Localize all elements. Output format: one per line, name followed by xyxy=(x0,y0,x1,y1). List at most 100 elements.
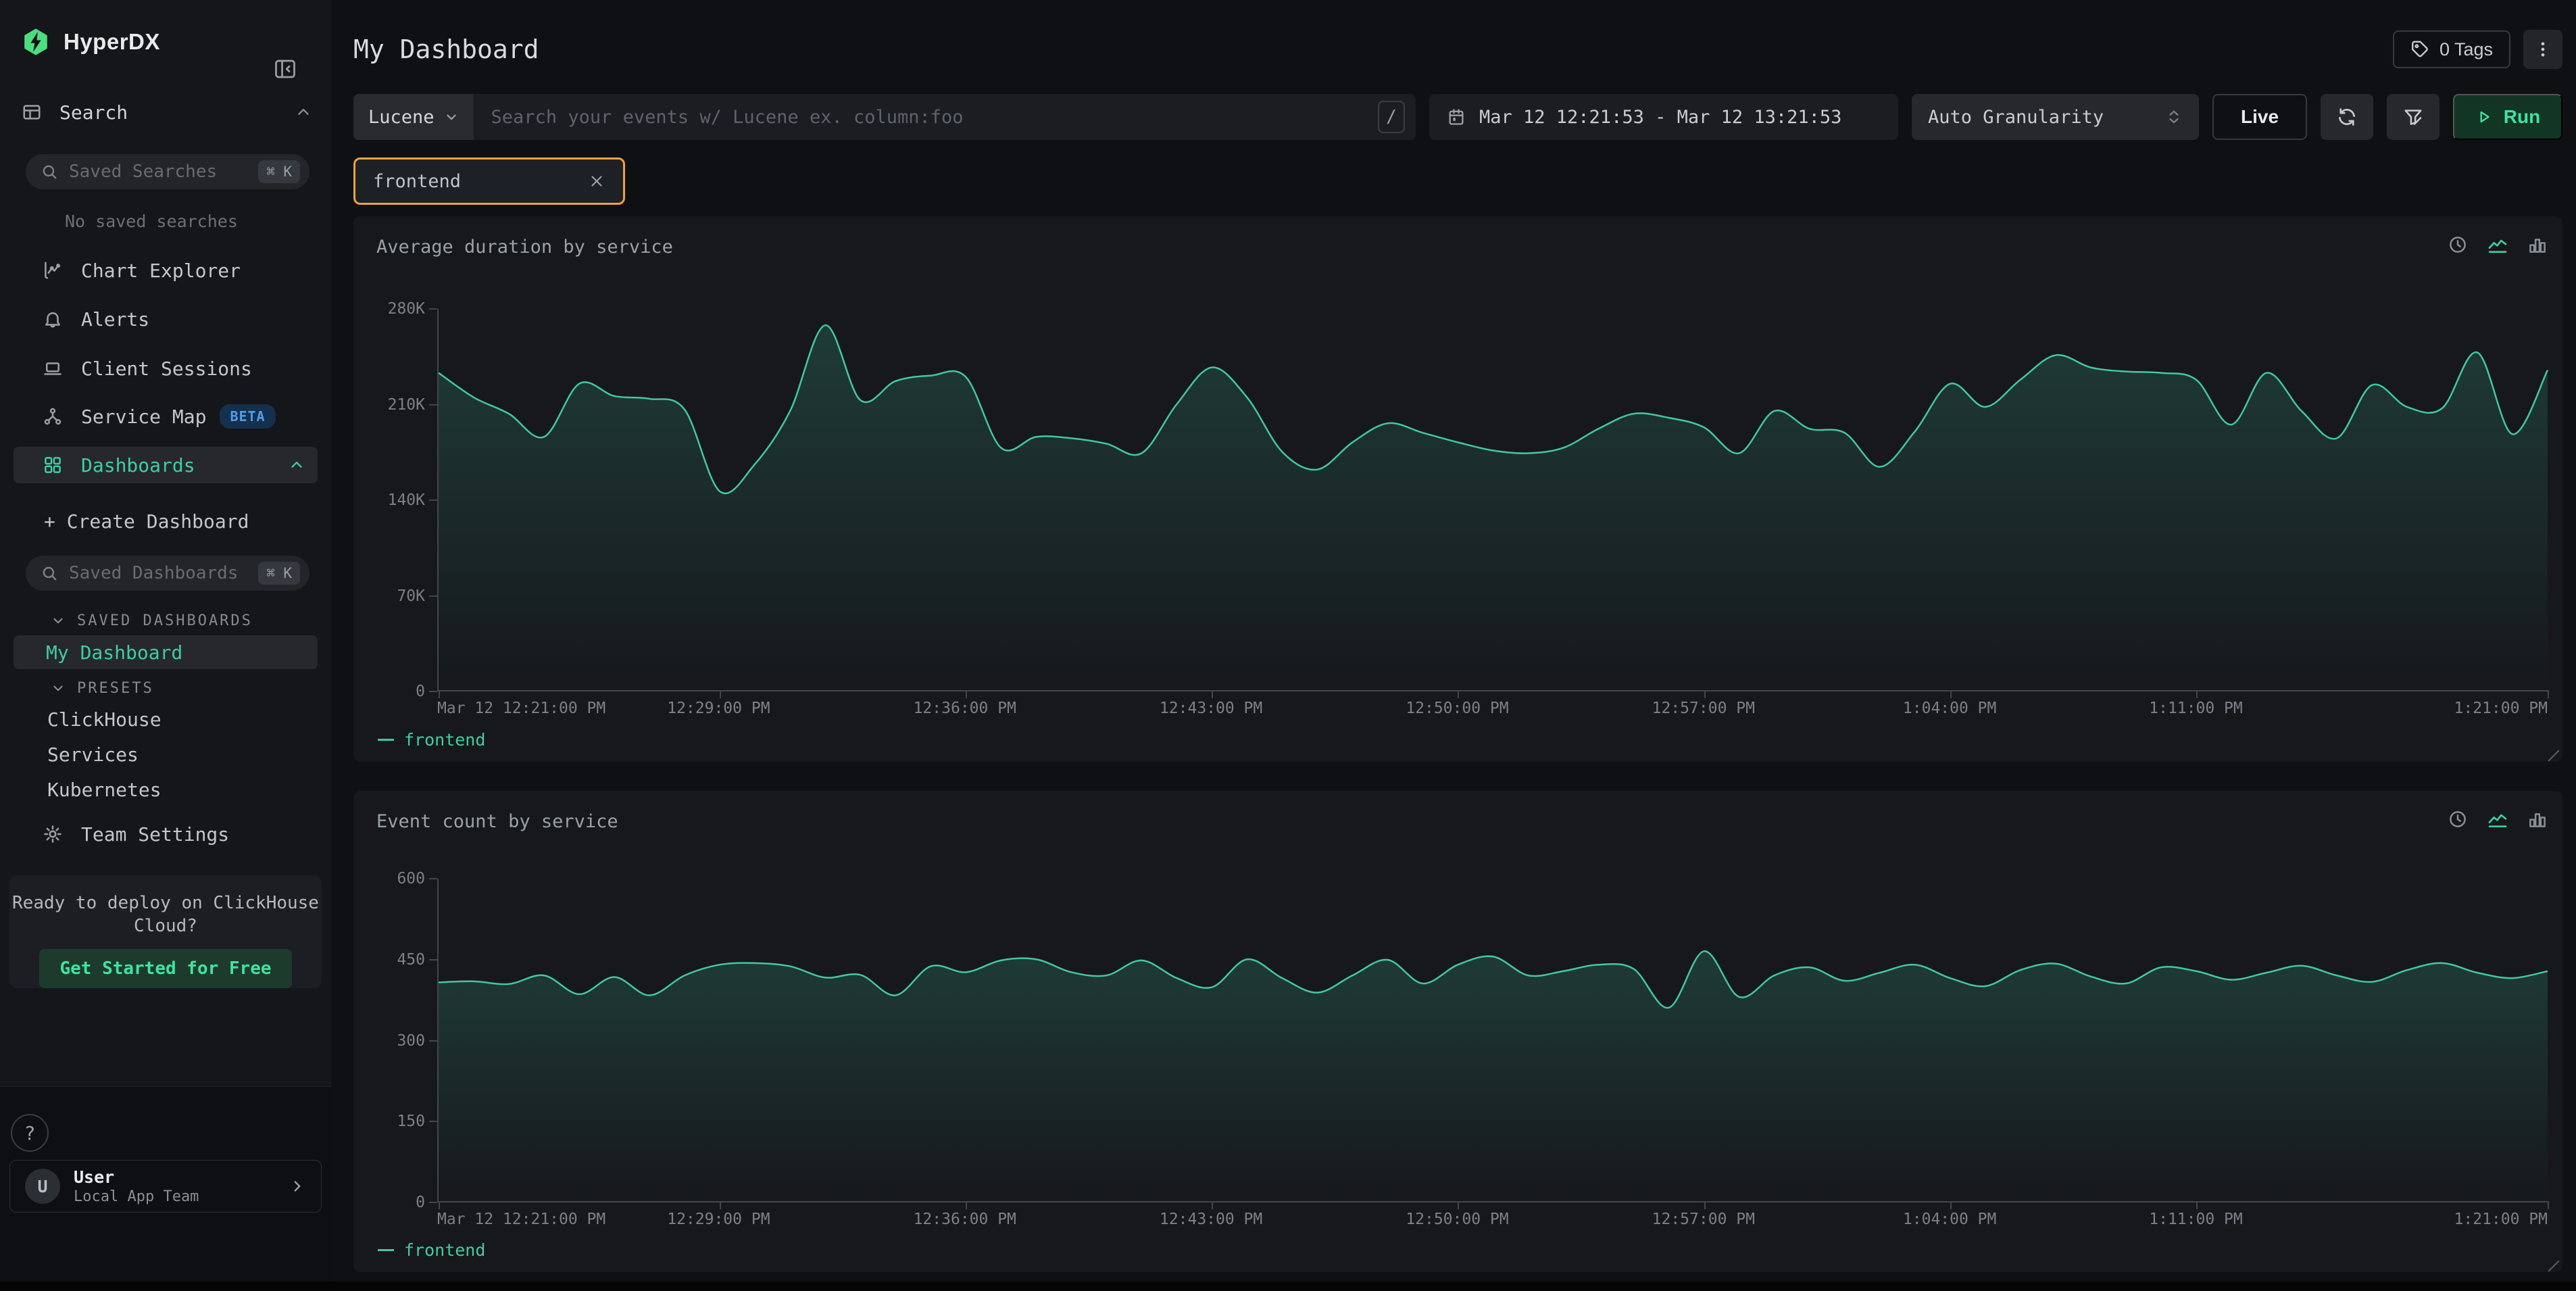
y-axis: 0150300450600 xyxy=(376,879,437,1202)
app-root: { "brand": "HyperDX", "sidebar": { "sear… xyxy=(0,0,2576,1291)
y-tick-mark xyxy=(429,1202,437,1203)
shortcut-badge: ⌘ K xyxy=(258,160,300,183)
laptop-icon xyxy=(43,358,63,379)
filter-chip-frontend[interactable]: frontend xyxy=(353,157,625,205)
y-tick: 300 xyxy=(397,1032,437,1050)
x-tick-label: 12:43:00 PM xyxy=(1160,700,1262,717)
user-menu[interactable]: U User Local App Team xyxy=(9,1160,322,1213)
y-tick: 450 xyxy=(397,951,437,969)
help-button[interactable]: ? xyxy=(11,1114,49,1152)
time-settings-icon[interactable] xyxy=(2448,235,2468,255)
get-started-button[interactable]: Get Started for Free xyxy=(39,949,291,988)
saved-dashboards-input[interactable]: ⌘ K xyxy=(26,556,309,591)
dashboard-menu-button[interactable] xyxy=(2523,30,2562,69)
run-button[interactable]: Run xyxy=(2453,94,2562,140)
page-title: My Dashboard xyxy=(353,34,539,64)
close-icon[interactable] xyxy=(588,172,605,190)
chart-area: 070K140K210K280K xyxy=(376,309,2548,691)
y-tick: 150 xyxy=(397,1113,437,1130)
user-meta: User Local App Team xyxy=(74,1167,199,1205)
sidebar-item-team-settings[interactable]: Team Settings xyxy=(14,816,318,852)
section-header-label: SAVED DASHBOARDS xyxy=(77,612,253,629)
x-tick-mark xyxy=(1950,1201,1952,1209)
tags-button[interactable]: 0 Tags xyxy=(2393,30,2510,68)
x-tick-label: 12:57:00 PM xyxy=(1652,700,1755,717)
collapse-sidebar-icon[interactable] xyxy=(273,57,297,81)
chart-title: Average duration by service xyxy=(376,237,673,258)
legend-label: frontend xyxy=(404,1240,485,1260)
sidebar-item-client-sessions[interactable]: Client Sessions xyxy=(14,350,318,387)
sidebar-item-preset-clickhouse[interactable]: ClickHouse xyxy=(47,706,162,733)
tag-icon xyxy=(2410,40,2429,59)
preset-label: ClickHouse xyxy=(47,708,162,731)
filter-button[interactable] xyxy=(2387,94,2439,140)
brand-row: HyperDX xyxy=(22,26,315,58)
sidebar-item-service-map[interactable]: Service Map BETA xyxy=(14,398,318,435)
y-axis: 070K140K210K280K xyxy=(376,309,437,691)
x-tick-label: 12:50:00 PM xyxy=(1406,1211,1508,1228)
series-area xyxy=(439,951,2548,1201)
time-range-picker[interactable]: Mar 12 12:21:53 - Mar 12 13:21:53 xyxy=(1429,94,1898,140)
chevron-up-icon[interactable] xyxy=(295,103,312,121)
gear-icon xyxy=(43,824,63,844)
sidebar-item-preset-kubernetes[interactable]: Kubernetes xyxy=(47,776,162,803)
query-language-select[interactable]: Lucene xyxy=(353,94,474,140)
saved-dashboards-field[interactable] xyxy=(69,563,258,583)
legend-item[interactable]: frontend xyxy=(378,730,485,750)
section-header-label: PRESETS xyxy=(77,680,154,697)
saved-dashboards-section-header[interactable]: SAVED DASHBOARDS xyxy=(51,610,253,631)
x-tick-mark xyxy=(2548,690,2549,698)
granularity-select[interactable]: Auto Granularity xyxy=(1912,94,2199,140)
y-tick-mark xyxy=(429,1121,437,1122)
slash-shortcut-hint: / xyxy=(1378,101,1405,133)
sidebar-item-chart-explorer[interactable]: Chart Explorer xyxy=(14,252,318,289)
saved-searches-input[interactable]: ⌘ K xyxy=(26,154,309,189)
sidebar-item-preset-services[interactable]: Services xyxy=(47,741,139,768)
sidebar-item-alerts[interactable]: Alerts xyxy=(14,301,318,337)
line-chart-toggle-icon[interactable] xyxy=(2487,234,2508,255)
y-tick-label: 70K xyxy=(397,587,425,605)
brand-name: HyperDX xyxy=(64,29,160,55)
live-button[interactable]: Live xyxy=(2212,94,2307,140)
presets-section-header[interactable]: PRESETS xyxy=(51,678,154,698)
panel-resize-handle[interactable] xyxy=(2548,1261,2560,1272)
clickhouse-cloud-promo: Ready to deploy on ClickHouse Cloud? Get… xyxy=(9,875,322,988)
x-tick-label: 12:36:00 PM xyxy=(914,1211,1016,1228)
x-tick-mark xyxy=(1704,1201,1706,1209)
bar-chart-toggle-icon[interactable] xyxy=(2527,235,2548,255)
time-settings-icon[interactable] xyxy=(2448,809,2468,829)
user-team: Local App Team xyxy=(74,1188,199,1205)
bar-chart-toggle-icon[interactable] xyxy=(2527,809,2548,829)
preset-label: Kubernetes xyxy=(47,779,162,801)
refresh-button[interactable] xyxy=(2321,94,2373,140)
avatar-initial: U xyxy=(37,1177,47,1196)
x-tick-label: 1:04:00 PM xyxy=(1903,700,1996,717)
preset-label: Services xyxy=(47,744,139,766)
x-tick-mark xyxy=(720,1201,721,1209)
y-tick: 70K xyxy=(397,587,437,605)
x-tick-mark xyxy=(1704,690,1706,698)
chevron-up-icon[interactable] xyxy=(288,456,305,474)
no-saved-searches-text: No saved searches xyxy=(65,212,238,231)
saved-searches-field[interactable] xyxy=(69,162,258,182)
sidebar-item-search[interactable]: Search xyxy=(22,95,312,130)
search-icon xyxy=(41,163,58,180)
sidebar-item-dashboards[interactable]: Dashboards xyxy=(14,447,318,483)
x-tick-label: 1:21:00 PM xyxy=(2454,1211,2548,1228)
granularity-value: Auto Granularity xyxy=(1928,107,2104,128)
shortcut-badge: ⌘ K xyxy=(258,562,300,585)
search-input[interactable] xyxy=(474,94,1378,140)
x-tick-mark xyxy=(2196,1201,2198,1209)
panel-resize-handle[interactable] xyxy=(2548,750,2560,762)
line-chart-toggle-icon[interactable] xyxy=(2487,808,2508,830)
sidebar-item-label: Search xyxy=(59,101,128,124)
legend-item[interactable]: frontend xyxy=(378,1240,485,1260)
sidebar-item-my-dashboard[interactable]: My Dashboard xyxy=(14,635,318,669)
line-chart-svg xyxy=(439,879,2548,1201)
create-dashboard-button[interactable]: + Create Dashboard xyxy=(14,503,318,539)
x-tick-mark xyxy=(1212,690,1213,698)
play-icon xyxy=(2475,108,2493,126)
x-tick-mark xyxy=(1950,690,1952,698)
chart-panel-actions xyxy=(2448,808,2548,830)
run-label: Run xyxy=(2504,106,2540,128)
